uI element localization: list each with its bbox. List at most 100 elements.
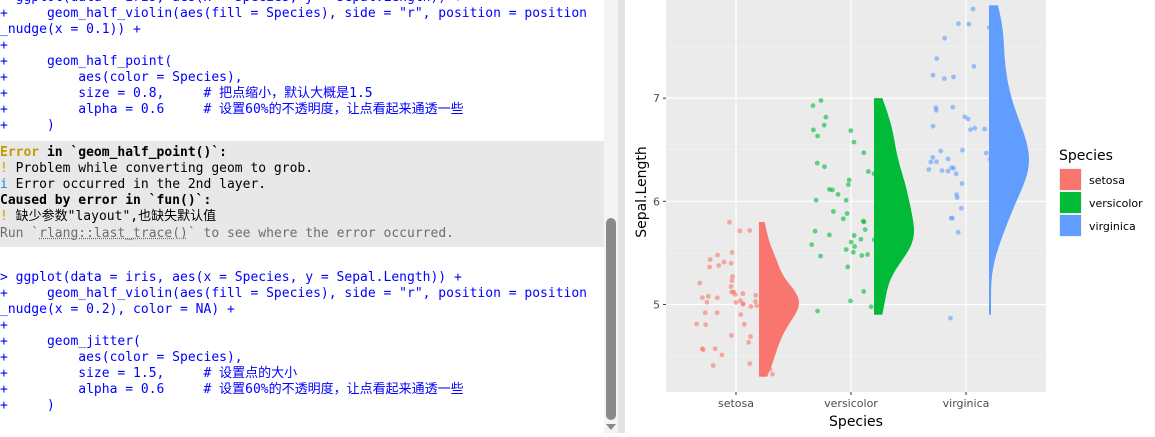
data-point-virginica	[983, 150, 989, 156]
data-point-virginica	[956, 21, 961, 27]
console-line: + size = 1.5, # 设置点的大小	[0, 366, 298, 381]
data-point-versicolor	[850, 249, 856, 255]
data-point-versicolor	[818, 253, 823, 259]
data-point-versicolor	[840, 216, 846, 222]
data-point-virginica	[1000, 199, 1006, 205]
data-point-virginica	[995, 20, 1001, 26]
console-line: _nudge(x = 0.2), color = NA) +	[0, 302, 235, 317]
legend-label: setosa	[1089, 174, 1125, 187]
data-point-versicolor	[844, 211, 850, 216]
data-point-virginica	[954, 192, 959, 198]
data-point-virginica	[942, 76, 947, 81]
data-point-virginica	[982, 126, 987, 132]
data-point-setosa	[728, 260, 734, 266]
console-line: + geom_half_violin(aes(fill = Species), …	[0, 6, 587, 21]
data-point-setosa	[712, 346, 718, 352]
data-point-virginica	[989, 221, 995, 227]
data-point-versicolor	[821, 122, 827, 128]
data-point-versicolor	[809, 242, 815, 248]
console-line: +	[0, 38, 8, 53]
data-point-versicolor	[861, 289, 867, 294]
y-tick-label: 7	[653, 92, 660, 105]
data-point-setosa	[768, 326, 774, 332]
data-point-setosa	[754, 303, 760, 309]
console-pane[interactable]: > ggplot(data = iris, aes(x = Species, y…	[0, 0, 618, 433]
legend-label: versicolor	[1089, 197, 1143, 210]
data-point-virginica	[939, 168, 945, 174]
data-point-setosa	[700, 295, 705, 300]
data-point-setosa	[694, 321, 699, 327]
error-caused-by: Caused by error in `fun()`:	[0, 193, 212, 208]
data-point-setosa	[729, 278, 735, 283]
data-point-setosa	[719, 352, 725, 358]
error-title: in `geom_half_point()`:	[39, 145, 227, 160]
data-point-setosa	[733, 300, 739, 305]
console-line: + geom_half_violin(aes(fill = Species), …	[0, 286, 587, 301]
data-point-versicolor	[861, 150, 867, 156]
console-line: + aes(color = Species),	[0, 70, 243, 85]
data-point-virginica	[958, 205, 964, 211]
data-point-setosa	[729, 333, 734, 338]
data-point-setosa	[767, 366, 773, 372]
data-point-setosa	[741, 321, 747, 327]
data-point-virginica	[938, 148, 944, 154]
data-point-setosa	[770, 321, 775, 327]
data-point-versicolor	[811, 127, 816, 133]
data-point-setosa	[747, 361, 753, 366]
data-point-setosa	[697, 280, 703, 286]
data-point-setosa	[700, 347, 706, 353]
data-point-versicolor	[876, 278, 881, 284]
data-point-setosa	[729, 250, 735, 255]
error-title-line: Error in `geom_half_point()`:	[0, 145, 227, 161]
data-point-versicolor	[831, 209, 836, 214]
y-tick-label: 8	[653, 0, 660, 2]
data-point-virginica	[934, 159, 939, 165]
last-trace-link[interactable]: rlang::last_trace()	[39, 226, 188, 241]
data-point-virginica	[951, 74, 956, 80]
x-tick-label: setosa	[718, 397, 754, 410]
run-last-trace-line: Run `rlang::last_trace()` to see where t…	[0, 226, 454, 241]
data-point-versicolor	[852, 244, 857, 249]
y-axis-title: Sepal.Length	[634, 146, 650, 238]
legend-title: Species	[1059, 148, 1113, 164]
data-point-setosa	[770, 371, 775, 377]
data-point-versicolor	[859, 253, 865, 258]
data-point-setosa	[747, 228, 753, 233]
data-point-setosa	[730, 274, 735, 279]
scroll-down-arrow-icon[interactable]	[606, 424, 616, 430]
data-point-setosa	[704, 299, 710, 305]
data-point-versicolor	[812, 228, 818, 234]
data-point-versicolor	[865, 252, 870, 257]
data-point-versicolor	[848, 128, 854, 134]
data-point-versicolor	[835, 192, 841, 197]
data-point-setosa	[740, 291, 746, 297]
pane-divider[interactable]	[618, 0, 625, 433]
console-line: + geom_half_point(	[0, 54, 173, 69]
data-point-setosa	[738, 312, 744, 318]
data-point-virginica	[949, 165, 955, 171]
data-point-versicolor	[879, 198, 885, 204]
console-line: + alpha = 0.6 # 设置60%的不透明度，让点看起来通透一些	[0, 102, 464, 117]
data-point-virginica	[926, 167, 932, 172]
legend-label: virginica	[1089, 220, 1136, 233]
data-point-versicolor	[866, 169, 871, 174]
data-point-versicolor	[846, 182, 851, 188]
data-point-setosa	[703, 322, 709, 328]
console-scrollbar-thumb[interactable]	[606, 218, 616, 420]
data-point-setosa	[728, 284, 734, 289]
data-point-setosa	[753, 292, 759, 298]
data-point-virginica	[955, 229, 961, 235]
data-point-virginica	[970, 6, 976, 12]
data-point-setosa	[705, 293, 711, 299]
y-tick-label: 6	[653, 195, 660, 208]
data-point-virginica	[965, 116, 971, 122]
data-point-setosa	[707, 257, 713, 262]
data-point-setosa	[707, 264, 712, 270]
console-line: + )	[0, 118, 55, 133]
data-point-versicolor	[871, 171, 877, 177]
data-point-versicolor	[830, 187, 835, 193]
data-point-virginica	[948, 315, 953, 321]
data-point-virginica	[990, 124, 995, 129]
error-line-1: ! Problem while converting geom to grob.	[0, 161, 314, 176]
data-point-versicolor	[827, 232, 832, 238]
